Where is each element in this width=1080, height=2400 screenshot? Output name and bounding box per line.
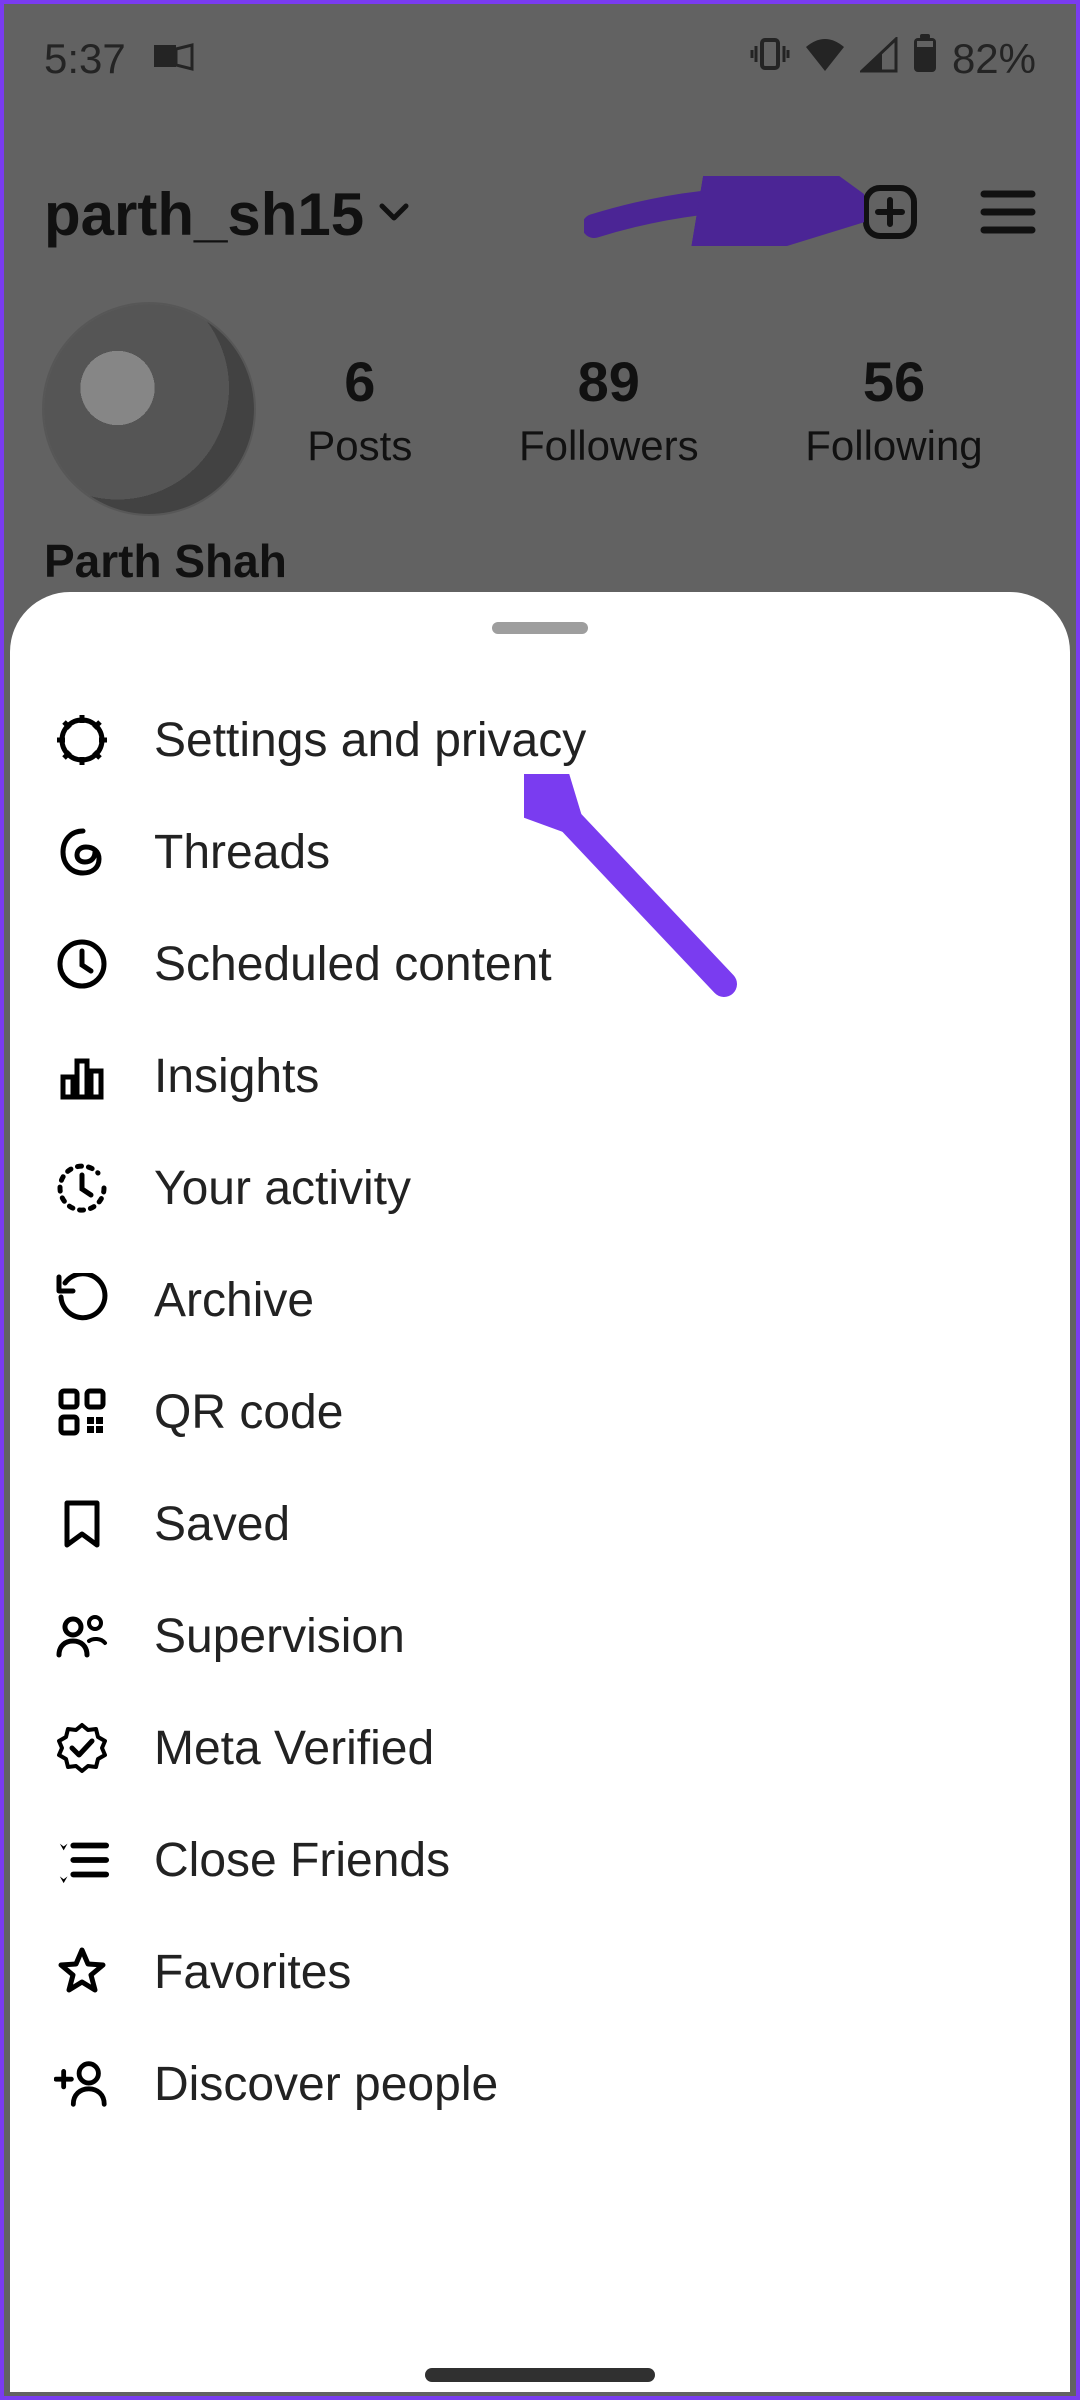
menu-item-scheduled-content[interactable]: Scheduled content (10, 908, 1070, 1020)
menu-item-insights[interactable]: Insights (10, 1020, 1070, 1132)
menu-item-supervision[interactable]: Supervision (10, 1580, 1070, 1692)
menu-item-your-activity[interactable]: Your activity (10, 1132, 1070, 1244)
menu-item-settings-and-privacy[interactable]: Settings and privacy (10, 684, 1070, 796)
menu-label: Scheduled content (154, 937, 552, 992)
menu-item-discover-people[interactable]: Discover people (10, 2028, 1070, 2140)
qr-code-icon (54, 1384, 110, 1440)
menu-label: Insights (154, 1049, 319, 1104)
sheet-grabber[interactable] (492, 622, 588, 634)
verified-badge-icon (54, 1720, 110, 1776)
menu-label: Close Friends (154, 1833, 450, 1888)
menu-item-threads[interactable]: Threads (10, 796, 1070, 908)
activity-icon (54, 1160, 110, 1216)
menu-label: Meta Verified (154, 1721, 434, 1776)
menu-label: Settings and privacy (154, 713, 586, 768)
menu-item-archive[interactable]: Archive (10, 1244, 1070, 1356)
menu-item-qr-code[interactable]: QR code (10, 1356, 1070, 1468)
supervision-icon (54, 1608, 110, 1664)
bookmark-icon (54, 1496, 110, 1552)
add-person-icon (54, 2056, 110, 2112)
menu-item-saved[interactable]: Saved (10, 1468, 1070, 1580)
menu-label: Archive (154, 1273, 314, 1328)
home-indicator[interactable] (425, 2368, 655, 2382)
menu-bottom-sheet: Settings and privacy Threads Scheduled c… (10, 592, 1070, 2392)
menu-item-close-friends[interactable]: Close Friends (10, 1804, 1070, 1916)
menu-item-favorites[interactable]: Favorites (10, 1916, 1070, 2028)
bar-chart-icon (54, 1048, 110, 1104)
gear-icon (54, 712, 110, 768)
clock-icon (54, 936, 110, 992)
menu-label: Favorites (154, 1945, 351, 2000)
threads-icon (54, 824, 110, 880)
close-friends-icon (54, 1832, 110, 1888)
menu-label: QR code (154, 1385, 343, 1440)
archive-icon (54, 1272, 110, 1328)
menu-label: Your activity (154, 1161, 411, 1216)
menu-item-meta-verified[interactable]: Meta Verified (10, 1692, 1070, 1804)
menu-label: Saved (154, 1497, 290, 1552)
menu-label: Discover people (154, 2057, 498, 2112)
star-icon (54, 1944, 110, 2000)
menu-label: Threads (154, 825, 330, 880)
menu-list: Settings and privacy Threads Scheduled c… (10, 684, 1070, 2140)
menu-label: Supervision (154, 1609, 405, 1664)
